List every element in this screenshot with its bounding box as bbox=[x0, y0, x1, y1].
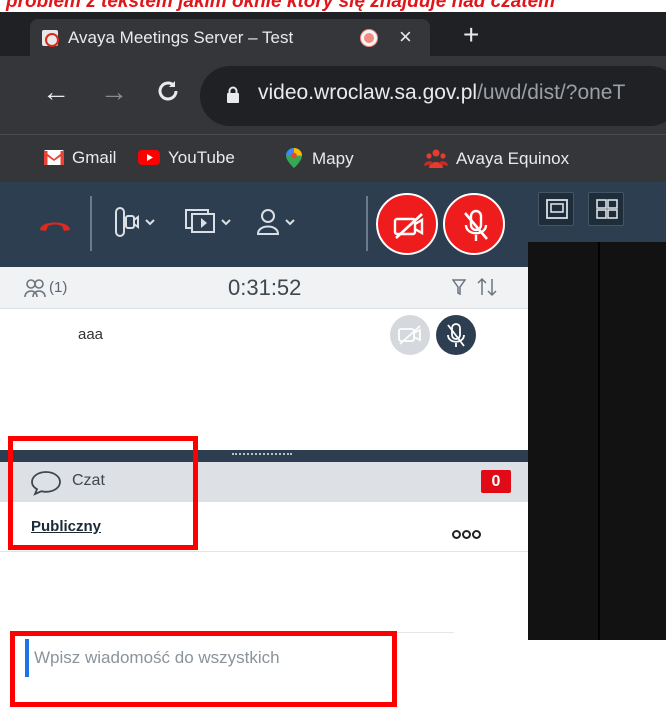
participant-camera-off-icon bbox=[390, 315, 430, 355]
browser-tab-active[interactable]: Avaya Meetings Server – Test × bbox=[30, 19, 430, 56]
mic-off-button[interactable] bbox=[443, 193, 505, 255]
camera-settings-icon[interactable] bbox=[108, 204, 160, 240]
bookmark-avaya-equinox[interactable]: Avaya Equinox bbox=[424, 148, 569, 169]
participant-count: (1) bbox=[49, 279, 68, 296]
recording-indicator-icon bbox=[361, 30, 377, 46]
grid-view-button[interactable] bbox=[588, 192, 624, 226]
filter-icon[interactable] bbox=[452, 278, 466, 296]
forward-arrow-icon[interactable]: → bbox=[100, 76, 128, 108]
screen-share-icon[interactable] bbox=[182, 204, 238, 240]
unread-count-badge: 0 bbox=[481, 470, 511, 493]
bookmark-gmail[interactable]: Gmail bbox=[44, 148, 116, 168]
more-options-icon[interactable] bbox=[452, 526, 482, 544]
participant-mic-off-icon bbox=[436, 315, 476, 355]
drag-grip-icon bbox=[232, 453, 292, 456]
sort-icon[interactable] bbox=[476, 277, 498, 297]
reload-icon[interactable] bbox=[155, 74, 181, 111]
main-video-area bbox=[528, 182, 666, 640]
back-arrow-icon[interactable]: ← bbox=[42, 76, 70, 108]
meeting-controls-bar bbox=[0, 182, 528, 267]
avaya-favicon-icon bbox=[42, 30, 59, 47]
url-path: /uwd/dist/?oneT bbox=[477, 81, 626, 104]
url-host: video.wroclaw.sa.gov.pl bbox=[258, 81, 478, 104]
chat-tab-row: Publiczny bbox=[0, 502, 528, 552]
chat-bubble-icon bbox=[31, 471, 61, 496]
chat-header[interactable]: Czat 0 bbox=[0, 462, 528, 502]
participant-name: aaa bbox=[78, 326, 104, 343]
tab-title: Avaya Meetings Server – Test bbox=[68, 28, 294, 47]
layout-toolbar bbox=[528, 182, 666, 242]
meeting-sidebar: (1) 0:31:52 aaa Czat 0 Publiczny Wpisz w… bbox=[0, 182, 528, 707]
browser-tabstrip: Avaya Meetings Server – Test × + bbox=[0, 12, 666, 56]
single-layout-icon bbox=[546, 199, 568, 219]
grid-layout-icon bbox=[596, 199, 618, 219]
tab-close-icon[interactable]: × bbox=[399, 24, 412, 50]
chat-label: Czat bbox=[72, 472, 105, 489]
single-view-button[interactable] bbox=[538, 192, 574, 226]
participant-row[interactable]: aaa bbox=[0, 309, 528, 365]
message-input-container bbox=[22, 632, 454, 680]
mic-off-icon bbox=[464, 209, 488, 241]
gmail-icon bbox=[44, 150, 64, 165]
participant-options-icon[interactable] bbox=[252, 204, 302, 240]
annotation-banner-text: problem z tekstem jakim oknie który się … bbox=[6, 0, 556, 12]
participants-header: (1) 0:31:52 bbox=[0, 267, 528, 309]
browser-toolbar: ← → video.wroclaw.sa.gov.pl/uwd/dist/?on… bbox=[0, 56, 666, 134]
annotation-banner: problem z tekstem jakim oknie który się … bbox=[0, 0, 666, 12]
camera-off-icon bbox=[393, 213, 424, 239]
maps-pin-icon bbox=[286, 148, 302, 168]
bookmarks-bar: Gmail YouTube Mapy Avaya Equinox bbox=[0, 134, 666, 182]
video-stage bbox=[528, 242, 666, 640]
bookmark-youtube[interactable]: YouTube bbox=[138, 148, 235, 168]
hang-up-icon[interactable] bbox=[38, 217, 72, 233]
camera-off-button[interactable] bbox=[376, 193, 438, 255]
tab-public-chat[interactable]: Publiczny bbox=[31, 518, 101, 535]
bookmark-mapy[interactable]: Mapy bbox=[286, 148, 354, 169]
chat-message-input[interactable] bbox=[34, 639, 448, 677]
lock-icon bbox=[227, 86, 239, 103]
youtube-icon bbox=[138, 150, 160, 165]
participants-icon bbox=[24, 279, 46, 298]
address-bar[interactable]: video.wroclaw.sa.gov.pl/uwd/dist/?oneT bbox=[200, 66, 666, 126]
panel-resize-handle[interactable] bbox=[0, 450, 528, 462]
new-tab-button[interactable]: + bbox=[463, 21, 479, 49]
meeting-timer: 0:31:52 bbox=[228, 275, 302, 300]
avaya-equinox-icon bbox=[424, 149, 448, 168]
url-text: video.wroclaw.sa.gov.pl/uwd/dist/?oneT bbox=[258, 81, 625, 105]
